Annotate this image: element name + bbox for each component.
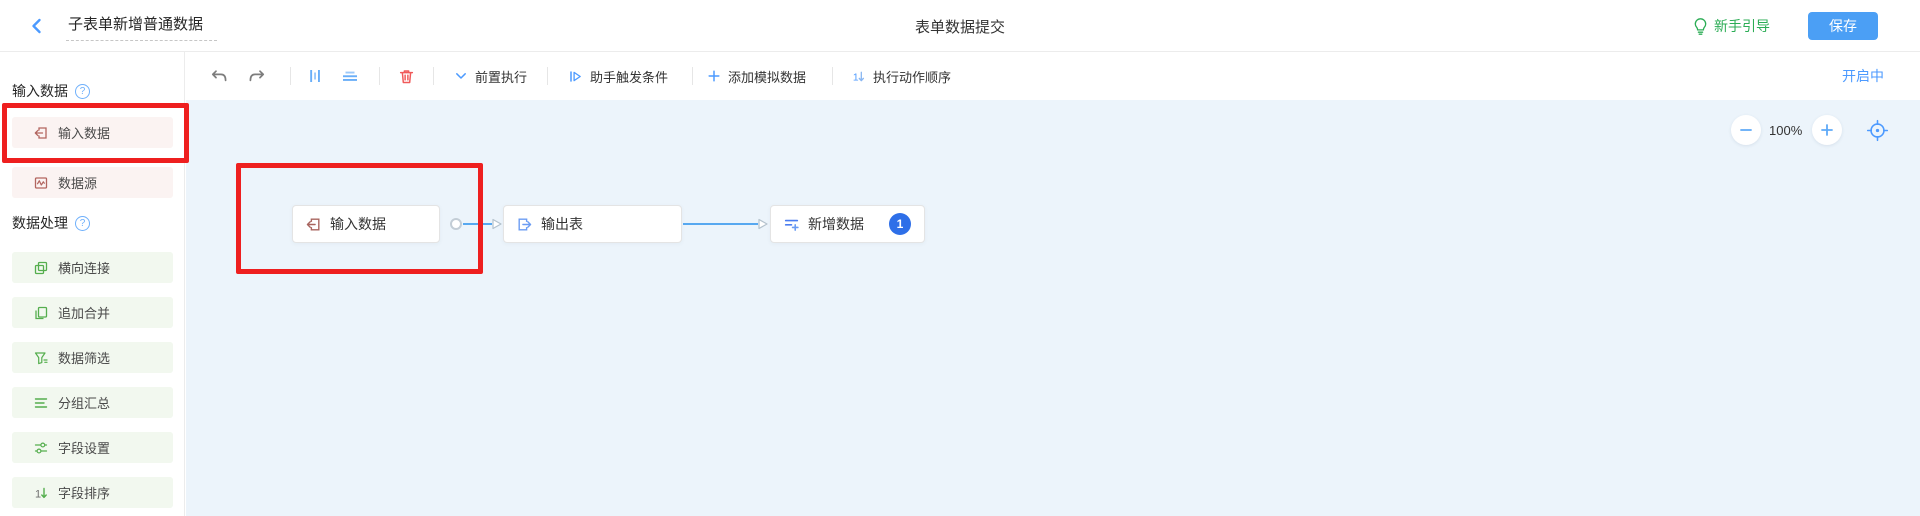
data-filter-icon [33, 350, 49, 366]
toolbar-divider [290, 67, 291, 85]
assistant-trigger-button[interactable]: 助手触发条件 [568, 67, 668, 86]
input-data-icon [33, 125, 49, 141]
align-horizontal-button[interactable] [307, 68, 323, 84]
input-data-icon [305, 216, 322, 233]
datasource-icon [33, 175, 49, 191]
item-label: 数据源 [58, 173, 97, 192]
sidebar-item-append-merge[interactable]: 追加合并 [12, 297, 173, 328]
section-header-input-data: 输入数据 ? [12, 81, 90, 101]
item-label: 横向连接 [58, 258, 110, 277]
plus-icon [1820, 123, 1834, 137]
delete-button[interactable] [398, 68, 415, 85]
action-order-button[interactable]: 1 执行动作顺序 [851, 67, 951, 86]
zoom-in-button[interactable] [1812, 115, 1842, 145]
redo-icon [248, 68, 266, 84]
toolbar-divider [379, 67, 380, 85]
svg-text:1: 1 [35, 488, 41, 500]
trash-icon [398, 68, 415, 85]
undo-button[interactable] [210, 68, 228, 84]
pre-execute-button[interactable]: 前置执行 [454, 67, 527, 86]
plus-icon [707, 69, 721, 83]
undo-icon [210, 68, 228, 84]
assistant-trigger-label: 助手触发条件 [590, 67, 668, 86]
minus-icon [1739, 123, 1753, 137]
center-title: 表单数据提交 [915, 0, 1005, 52]
flow-toolbar: 前置执行 助手触发条件 添加模拟数据 1 执行动作顺序 开启中 [186, 52, 1920, 100]
save-button[interactable]: 保存 [1808, 12, 1878, 40]
align-horizontal-icon [307, 68, 323, 84]
chevron-left-icon [28, 17, 46, 35]
chevron-down-icon [454, 69, 468, 83]
arrowhead-icon [756, 217, 770, 231]
help-icon[interactable]: ? [75, 84, 90, 99]
item-label: 输入数据 [58, 123, 110, 142]
topbar: 子表单新增普通数据 表单数据提交 新手引导 保存 [0, 0, 1920, 52]
output-port[interactable] [450, 218, 462, 230]
node-label: 新增数据 [808, 214, 864, 234]
sidebar-item-field-settings[interactable]: 字段设置 [12, 432, 173, 463]
trigger-condition-icon [568, 69, 583, 84]
sidebar-item-group-summary[interactable]: 分组汇总 [12, 387, 173, 418]
sidebar-item-field-sort[interactable]: 1 字段排序 [12, 477, 173, 508]
section-title: 数据处理 [12, 213, 68, 233]
section-header-data-processing: 数据处理 ? [12, 213, 90, 233]
fit-view-button[interactable] [1865, 118, 1890, 148]
item-label: 数据筛选 [58, 348, 110, 367]
pre-execute-label: 前置执行 [475, 67, 527, 86]
field-settings-icon [33, 440, 49, 456]
add-data-icon [783, 216, 800, 233]
guide-label: 新手引导 [1714, 16, 1770, 36]
align-vertical-icon [341, 68, 359, 84]
toolbar-divider [433, 67, 434, 85]
field-sort-icon: 1 [33, 485, 49, 501]
item-label: 追加合并 [58, 303, 110, 322]
zoom-out-button[interactable] [1731, 115, 1761, 145]
output-table-icon [516, 216, 533, 233]
align-vertical-button[interactable] [341, 68, 359, 84]
item-label: 字段排序 [58, 483, 110, 502]
horizontal-join-icon [33, 260, 49, 276]
append-merge-icon [33, 305, 49, 321]
node-output-table[interactable]: 输出表 [503, 205, 682, 243]
arrowhead-icon [490, 217, 504, 231]
svg-text:1: 1 [853, 72, 859, 83]
flow-canvas[interactable]: 100% 输入数据 输出表 [186, 100, 1920, 516]
toolbar-divider [692, 67, 693, 85]
toolbar-divider [547, 67, 548, 85]
help-icon[interactable]: ? [75, 216, 90, 231]
lightbulb-icon [1693, 17, 1708, 35]
toolbar-divider [832, 67, 833, 85]
node-input-data[interactable]: 输入数据 [292, 205, 440, 243]
flow-connector [463, 223, 492, 225]
sidebar: 输入数据 ? 输入数据 数据源 数据处理 ? 横向连接 追加合并 [0, 52, 185, 516]
section-title: 输入数据 [12, 81, 68, 101]
sidebar-item-data-filter[interactable]: 数据筛选 [12, 342, 173, 373]
status-toggle[interactable]: 开启中 [1842, 66, 1884, 86]
zoom-level: 100% [1769, 123, 1802, 138]
sidebar-item-datasource[interactable]: 数据源 [12, 167, 173, 198]
redo-button[interactable] [248, 68, 266, 84]
flow-connector [683, 223, 758, 225]
node-count-badge[interactable]: 1 [889, 213, 911, 235]
sidebar-item-horizontal-join[interactable]: 横向连接 [12, 252, 173, 283]
back-button[interactable] [28, 17, 46, 35]
group-summary-icon [33, 395, 49, 411]
crosshair-icon [1865, 118, 1890, 143]
action-order-label: 执行动作顺序 [873, 67, 951, 86]
page-title[interactable]: 子表单新增普通数据 [66, 11, 217, 41]
execution-order-icon: 1 [851, 69, 866, 84]
add-mock-data-label: 添加模拟数据 [728, 67, 806, 86]
item-label: 字段设置 [58, 438, 110, 457]
add-mock-data-button[interactable]: 添加模拟数据 [707, 67, 806, 86]
node-label: 输入数据 [330, 214, 386, 234]
node-add-data[interactable]: 新增数据 1 [770, 205, 925, 243]
item-label: 分组汇总 [58, 393, 110, 412]
node-label: 输出表 [541, 214, 583, 234]
beginner-guide-link[interactable]: 新手引导 [1693, 16, 1770, 36]
sidebar-item-input-data[interactable]: 输入数据 [12, 117, 173, 148]
